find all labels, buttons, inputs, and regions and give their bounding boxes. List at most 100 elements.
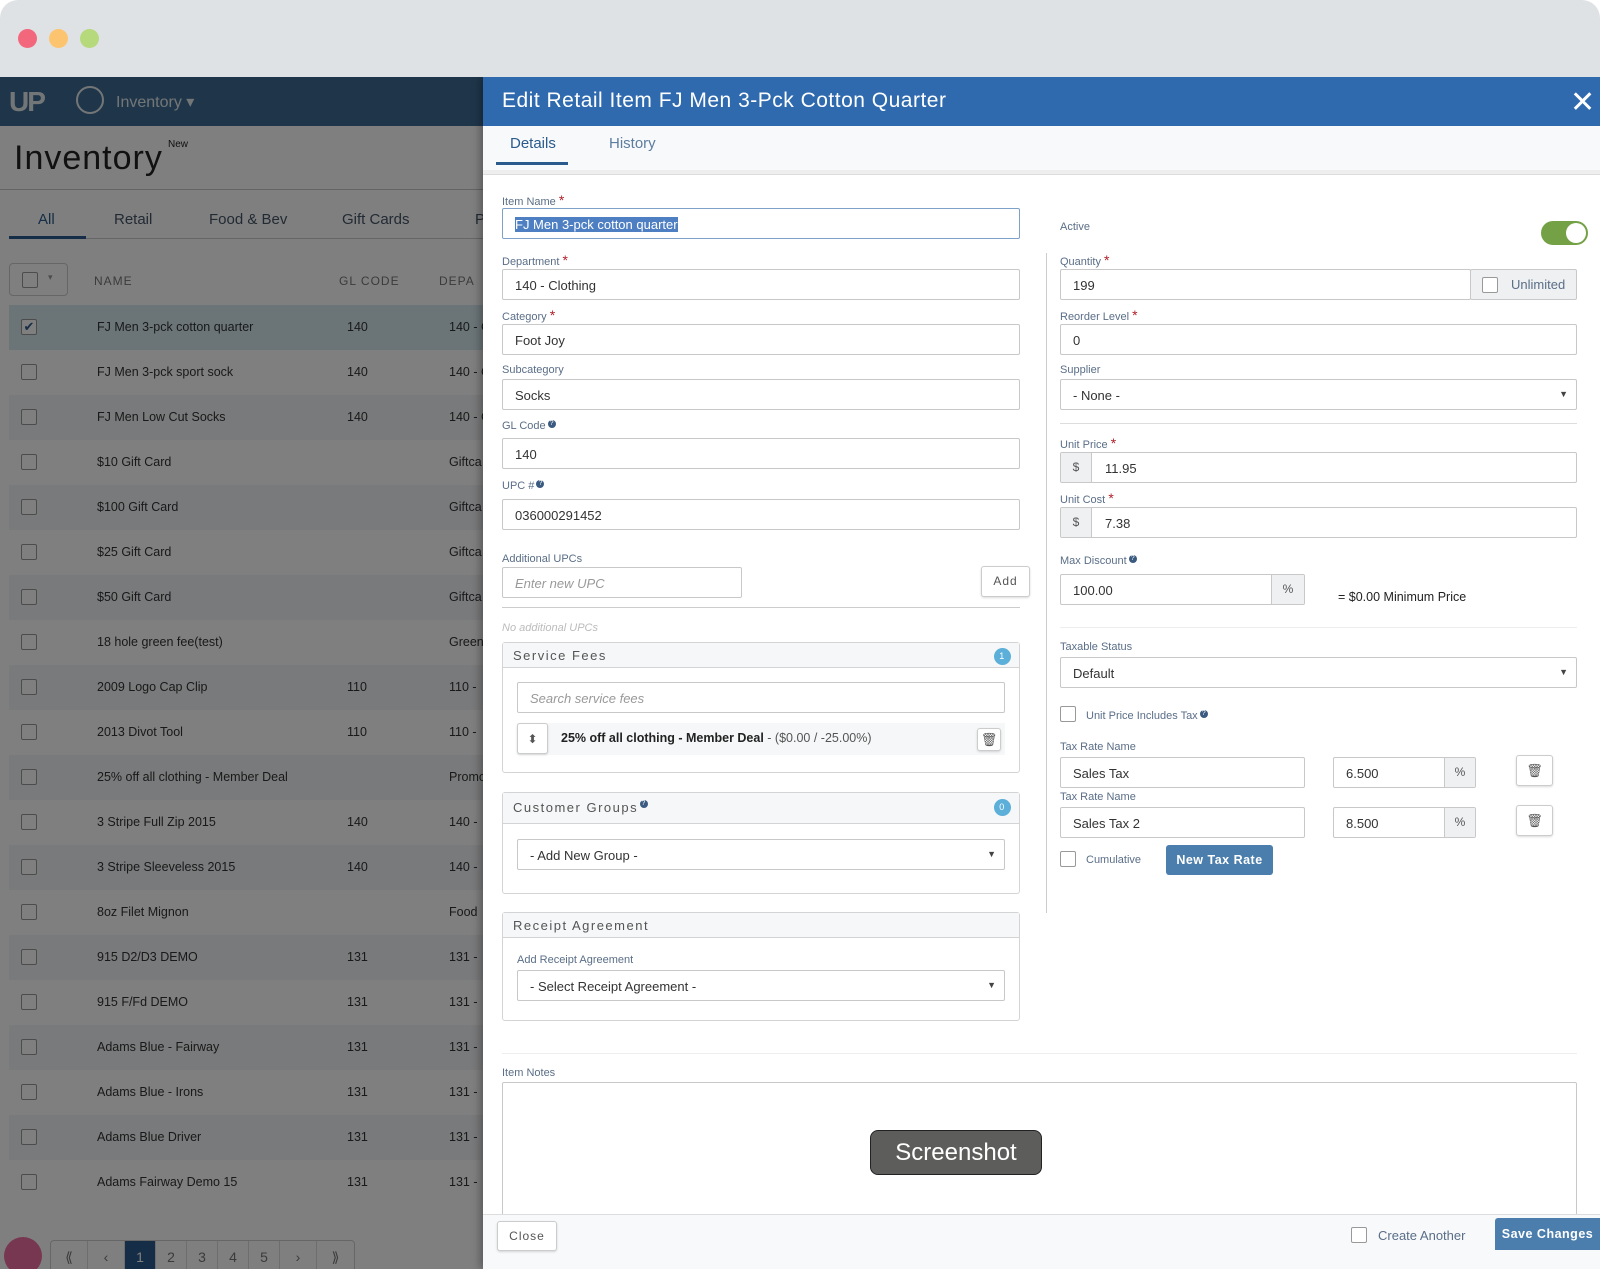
unlimited-checkbox[interactable]	[1482, 277, 1498, 293]
new-upc-input[interactable]: Enter new UPC	[502, 567, 742, 598]
upc-input[interactable]: 036000291452	[502, 499, 1020, 530]
app-window: UP Inventory ▾ Inventory New All Retail …	[0, 77, 1600, 1269]
service-fee-item: ⬍ 25% off all clothing - Member Deal - (…	[517, 723, 1005, 755]
category-input[interactable]: Foot Joy	[502, 324, 1020, 355]
receipt-agreement-panel: Receipt Agreement Add Receipt Agreement …	[502, 912, 1020, 1021]
horizontal-scrollbar[interactable]	[483, 170, 1600, 175]
receipt-agreement-header: Receipt Agreement	[503, 913, 1019, 938]
quantity-label: Quantity *	[1060, 252, 1110, 268]
gl-code-label: GL Code?	[502, 420, 556, 432]
modal-tabs: Details History	[483, 126, 1600, 170]
divider	[502, 1053, 1577, 1054]
column-divider	[1046, 253, 1047, 913]
reorder-handle-icon[interactable]: ⬍	[517, 723, 548, 754]
tax-rate-name-input[interactable]: Sales Tax 2	[1060, 807, 1305, 838]
service-fee-detail: - ($0.00 / -25.00%)	[763, 731, 872, 745]
unlimited-addon: Unlimited	[1470, 269, 1577, 300]
modal-footer: Close Create Another Save Changes	[483, 1214, 1600, 1269]
save-changes-button[interactable]: Save Changes	[1495, 1218, 1600, 1250]
trash-icon[interactable]: 🗑	[977, 728, 1001, 751]
tax-rate-name-label: Tax Rate Name	[1060, 791, 1136, 803]
reorder-level-input[interactable]: 0	[1060, 324, 1577, 355]
subcategory-label: Subcategory	[502, 364, 564, 376]
window-close-control[interactable]	[18, 29, 37, 48]
taxable-status-label: Taxable Status	[1060, 641, 1133, 653]
active-tab-indicator	[496, 162, 568, 165]
divider	[1060, 627, 1577, 628]
receipt-agreement-select[interactable]: - Select Receipt Agreement - ▼	[517, 970, 1005, 1001]
gl-code-input[interactable]: 140	[502, 438, 1020, 469]
dollar-addon: $	[1061, 453, 1092, 482]
item-name-input[interactable]: FJ Men 3-pck cotton quarter	[502, 208, 1020, 239]
modal-header: Edit Retail Item FJ Men 3-Pck Cotton Qua…	[483, 77, 1600, 126]
screenshot-tooltip: Screenshot	[870, 1130, 1042, 1175]
department-label: Department *	[502, 252, 568, 268]
service-fees-panel: Service Fees 1 Search service fees ⬍ 25% …	[502, 642, 1020, 773]
unit-price-includes-tax-checkbox[interactable]	[1060, 706, 1076, 722]
quantity-input[interactable]: 199	[1060, 269, 1471, 300]
chevron-down-icon: ▼	[1559, 667, 1568, 677]
taxable-status-select[interactable]: Default ▼	[1060, 657, 1577, 688]
tax-rate-input[interactable]: 8.500%	[1333, 807, 1476, 838]
trash-icon[interactable]: 🗑	[1516, 755, 1553, 786]
window-titlebar	[0, 0, 1600, 77]
tax-rate-name-input[interactable]: Sales Tax	[1060, 757, 1305, 788]
percent-addon: %	[1444, 758, 1475, 787]
max-discount-label: Max Discount?	[1060, 555, 1137, 567]
chevron-down-icon: ▼	[1559, 389, 1568, 399]
help-icon[interactable]: ?	[1199, 710, 1208, 718]
unit-cost-input[interactable]: $7.38	[1060, 507, 1577, 538]
service-fee-name: 25% off all clothing - Member Deal	[561, 731, 764, 745]
tab-history[interactable]: History	[609, 135, 656, 152]
item-name-label: Item Name *	[502, 192, 565, 208]
percent-addon: %	[1444, 808, 1475, 837]
cumulative-checkbox[interactable]	[1060, 851, 1076, 867]
customer-groups-header: Customer Groups? 0	[503, 793, 1019, 824]
tax-rate-input[interactable]: 6.500%	[1333, 757, 1476, 788]
unit-cost-label: Unit Cost *	[1060, 490, 1114, 506]
add-upc-button[interactable]: Add	[981, 566, 1030, 597]
customer-groups-count-badge: 0	[994, 799, 1011, 816]
divider	[502, 607, 1020, 608]
percent-addon: %	[1271, 575, 1304, 604]
max-discount-input[interactable]: 100.00%	[1060, 574, 1305, 605]
edit-item-modal: Edit Retail Item FJ Men 3-Pck Cotton Qua…	[483, 77, 1600, 1269]
tax-rate-name-label: Tax Rate Name	[1060, 741, 1136, 753]
service-fees-header: Service Fees 1	[503, 643, 1019, 668]
minimum-price-note: = $0.00 Minimum Price	[1338, 590, 1467, 604]
tab-details[interactable]: Details	[510, 135, 556, 152]
subcategory-input[interactable]: Socks	[502, 379, 1020, 410]
chevron-down-icon: ▼	[987, 849, 996, 859]
cumulative-label: Cumulative	[1086, 854, 1142, 866]
modal-backdrop[interactable]	[0, 77, 490, 1269]
help-icon[interactable]: ?	[536, 480, 545, 488]
department-input[interactable]: 140 - Clothing	[502, 269, 1020, 300]
active-label: Active	[1060, 221, 1090, 233]
create-another-label: Create Another	[1378, 1228, 1466, 1243]
help-icon[interactable]: ?	[640, 800, 649, 808]
create-another-checkbox[interactable]	[1351, 1227, 1367, 1243]
help-icon[interactable]: ?	[1128, 555, 1137, 563]
supplier-select[interactable]: - None - ▼	[1060, 379, 1577, 410]
dollar-addon: $	[1061, 508, 1092, 537]
window-minimize-control[interactable]	[49, 29, 68, 48]
receipt-agreement-label: Add Receipt Agreement	[517, 954, 634, 966]
trash-icon[interactable]: 🗑	[1516, 805, 1553, 836]
help-icon[interactable]: ?	[547, 420, 556, 428]
close-icon[interactable]: ✕	[1570, 85, 1600, 120]
category-label: Category *	[502, 307, 556, 323]
supplier-label: Supplier	[1060, 364, 1101, 376]
window-maximize-control[interactable]	[80, 29, 99, 48]
additional-upcs-label: Additional UPCs	[502, 553, 583, 565]
add-group-select[interactable]: - Add New Group - ▼	[517, 839, 1005, 870]
unit-price-input[interactable]: $11.95	[1060, 452, 1577, 483]
active-toggle[interactable]	[1541, 221, 1588, 245]
close-button[interactable]: Close	[497, 1221, 557, 1251]
no-upcs-message: No additional UPCs	[502, 622, 598, 634]
service-fees-count-badge: 1	[994, 648, 1011, 665]
divider	[1060, 423, 1577, 424]
unit-price-includes-tax-label: Unit Price Includes Tax?	[1086, 710, 1208, 722]
new-tax-rate-button[interactable]: New Tax Rate	[1166, 845, 1273, 875]
service-fees-search-input[interactable]: Search service fees	[517, 682, 1005, 713]
chevron-down-icon: ▼	[987, 980, 996, 990]
